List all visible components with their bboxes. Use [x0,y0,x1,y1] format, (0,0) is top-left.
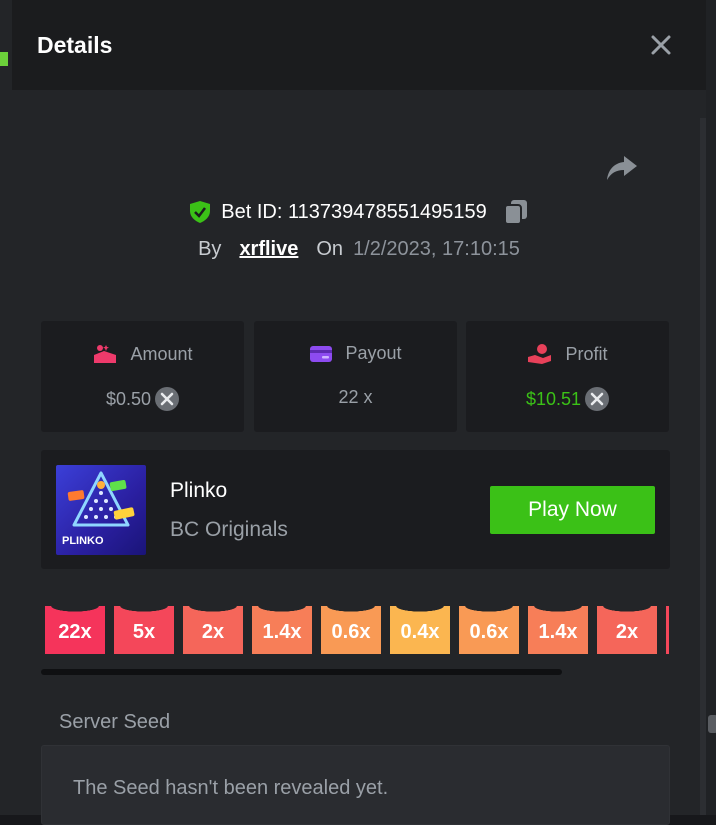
amount-icon [94,345,117,363]
currency-coin-icon [585,387,610,411]
on-label: On [316,238,344,260]
shield-check-icon [190,201,211,223]
by-label: By [198,238,222,260]
multiplier-bucket: 0.6x [459,606,519,654]
bet-datetime: 1/2/2023, 17:10:15 [353,238,520,260]
username-link[interactable]: xrflive [239,238,298,261]
payout-value: 22 x [338,387,373,407]
copy-button[interactable] [503,198,529,226]
bet-meta-row: By xrflive On 1/2/2023, 17:10:15 [12,238,706,261]
amount-card: Amount $0.50 [41,321,244,432]
multiplier-bucket: 0.6x [321,606,381,654]
play-now-button[interactable]: Play Now [490,486,655,534]
multiplier-bucket [666,606,669,654]
server-seed-box: The Seed hasn't been revealed yet. [41,745,670,825]
multiplier-bucket: 1.4x [528,606,588,654]
modal-header: Details [12,0,706,90]
payout-card-icon [310,345,333,362]
amount-value: $0.50 [105,388,152,409]
copy-icon [503,200,527,225]
modal-title: Details [37,32,113,58]
share-icon [607,156,637,180]
multiplier-bucket: 1.4x [252,606,312,654]
multiplier-bucket: 2x [183,606,243,654]
share-button[interactable] [604,152,640,184]
multiplier-buckets: 22x 5x 2x 1.4x 0.6x 0.4x 0.6x 1.4x 2x [45,606,669,654]
close-button[interactable] [646,30,676,60]
multiplier-bucket: 2x [597,606,657,654]
currency-coin-icon [155,387,180,411]
bet-id-row: Bet ID: 113739478551495159 [12,198,706,226]
details-modal: Details Bet ID: 113739478551495159 By xr… [12,0,706,825]
game-name: Plinko [170,479,228,502]
background-page-right [706,0,716,815]
page-scrollbar-thumb[interactable] [708,715,716,733]
game-thumbnail[interactable]: PLINKO [56,465,146,555]
thumbnail-label: PLINKO [62,535,104,547]
server-seed-label: Server Seed [59,711,171,733]
amount-label: Amount [130,343,193,364]
background-status-bar [0,52,8,66]
multiplier-bucket: 0.4x [390,606,450,654]
close-icon [651,35,671,55]
game-provider: BC Originals [170,518,288,541]
background-page-left [0,0,12,815]
profit-value: $10.51 [525,388,582,409]
profit-card: Profit $10.51 [466,321,669,432]
multiplier-bucket: 22x [45,606,105,654]
payout-label: Payout [345,343,402,363]
game-card: PLINKO Plinko BC Originals Play Now [41,450,670,569]
bet-id-text: Bet ID: 113739478551495159 [221,200,487,223]
server-seed-text: The Seed hasn't been revealed yet. [73,777,389,799]
buckets-scrollbar[interactable] [41,669,562,675]
multiplier-bucket: 5x [114,606,174,654]
profit-label: Profit [565,343,608,364]
profit-icon [528,344,552,364]
payout-card: Payout 22 x [254,321,457,432]
